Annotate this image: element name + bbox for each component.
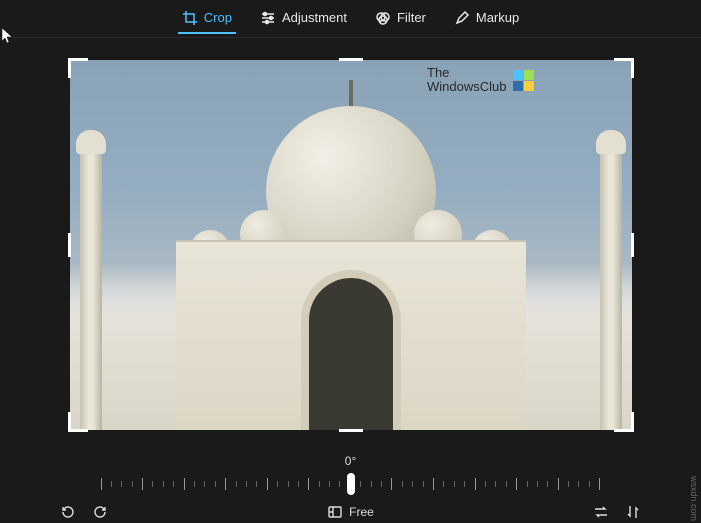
tab-crop[interactable]: Crop xyxy=(178,4,236,34)
tab-crop-label: Crop xyxy=(204,10,232,25)
crop-handle-top-left[interactable] xyxy=(68,58,88,78)
tab-markup[interactable]: Markup xyxy=(450,4,523,34)
crop-handle-bottom[interactable] xyxy=(339,429,363,432)
crop-handle-bottom-right[interactable] xyxy=(614,412,634,432)
tab-filter-label: Filter xyxy=(397,10,426,25)
tab-adjustment[interactable]: Adjustment xyxy=(256,4,351,34)
crop-handle-right[interactable] xyxy=(631,233,634,257)
image-preview: The WindowsClub xyxy=(70,60,632,430)
rotation-value: 0° xyxy=(345,454,357,468)
windows-logo-icon xyxy=(513,70,534,91)
watermark-line2: WindowsClub xyxy=(427,80,506,94)
canvas-area: The WindowsClub xyxy=(0,38,701,438)
watermark: The WindowsClub xyxy=(427,66,533,95)
rotation-control: 0° // ticks rendered below via JS-free a… xyxy=(0,454,701,496)
rotate-cw-button[interactable] xyxy=(92,504,108,520)
flip-horizontal-button[interactable] xyxy=(593,504,609,520)
aspect-ratio-button[interactable]: Free xyxy=(327,504,374,520)
flip-vertical-button[interactable] xyxy=(625,504,641,520)
markup-icon xyxy=(454,10,470,26)
crop-frame[interactable]: The WindowsClub xyxy=(70,60,632,430)
crop-handle-top[interactable] xyxy=(339,58,363,61)
rotation-thumb[interactable] xyxy=(347,473,355,495)
tab-adjustment-label: Adjustment xyxy=(282,10,347,25)
editor-tabs: Crop Adjustment Filter Markup xyxy=(0,0,701,38)
attribution-text: wsxdn.com xyxy=(689,476,699,521)
crop-handle-bottom-left[interactable] xyxy=(68,412,88,432)
aspect-ratio-label: Free xyxy=(349,505,374,519)
filter-icon xyxy=(375,10,391,26)
crop-handle-top-right[interactable] xyxy=(614,58,634,78)
crop-handle-left[interactable] xyxy=(68,233,71,257)
tab-markup-label: Markup xyxy=(476,10,519,25)
adjustment-icon xyxy=(260,10,276,26)
rotation-slider[interactable]: // ticks rendered below via JS-free appr… xyxy=(101,472,601,496)
watermark-line1: The xyxy=(427,66,506,80)
rotate-ccw-button[interactable] xyxy=(60,504,76,520)
crop-icon xyxy=(182,10,198,26)
tab-filter[interactable]: Filter xyxy=(371,4,430,34)
bottom-toolbar: Free xyxy=(0,496,701,520)
